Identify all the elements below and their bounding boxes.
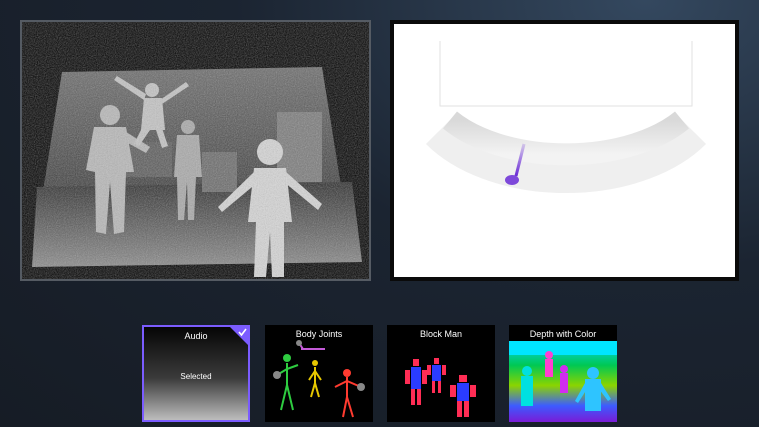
- sensor-outline: [439, 41, 693, 107]
- thumbnail-audio-title: Audio: [184, 331, 208, 341]
- depth-with-color-preview: [509, 341, 617, 422]
- thumbnail-block-man-title: Block Man: [419, 329, 463, 339]
- audio-beam-panel: [390, 20, 739, 281]
- beam-inner-arc: [443, 111, 689, 166]
- depth-point-cloud-image: [22, 22, 369, 279]
- block-man-preview: [405, 358, 476, 417]
- sound-source-marker: [505, 175, 519, 185]
- body-joints-preview: [273, 340, 365, 418]
- thumbnail-depth-with-color-title: Depth with Color: [529, 329, 597, 339]
- thumbnail-body-joints-title: Body Joints: [295, 329, 343, 339]
- depth-view-panel: [20, 20, 371, 281]
- thumbnail-audio[interactable]: Audio Selected: [142, 325, 250, 422]
- thumbnail-body-joints[interactable]: Body Joints: [265, 325, 373, 422]
- thumbnail-depth-with-color[interactable]: Depth with Color: [509, 325, 617, 422]
- thumbnail-audio-status: Selected: [180, 372, 212, 381]
- audio-beam-visualization: [425, 41, 707, 193]
- thumbnail-block-man[interactable]: Block Man: [387, 325, 495, 422]
